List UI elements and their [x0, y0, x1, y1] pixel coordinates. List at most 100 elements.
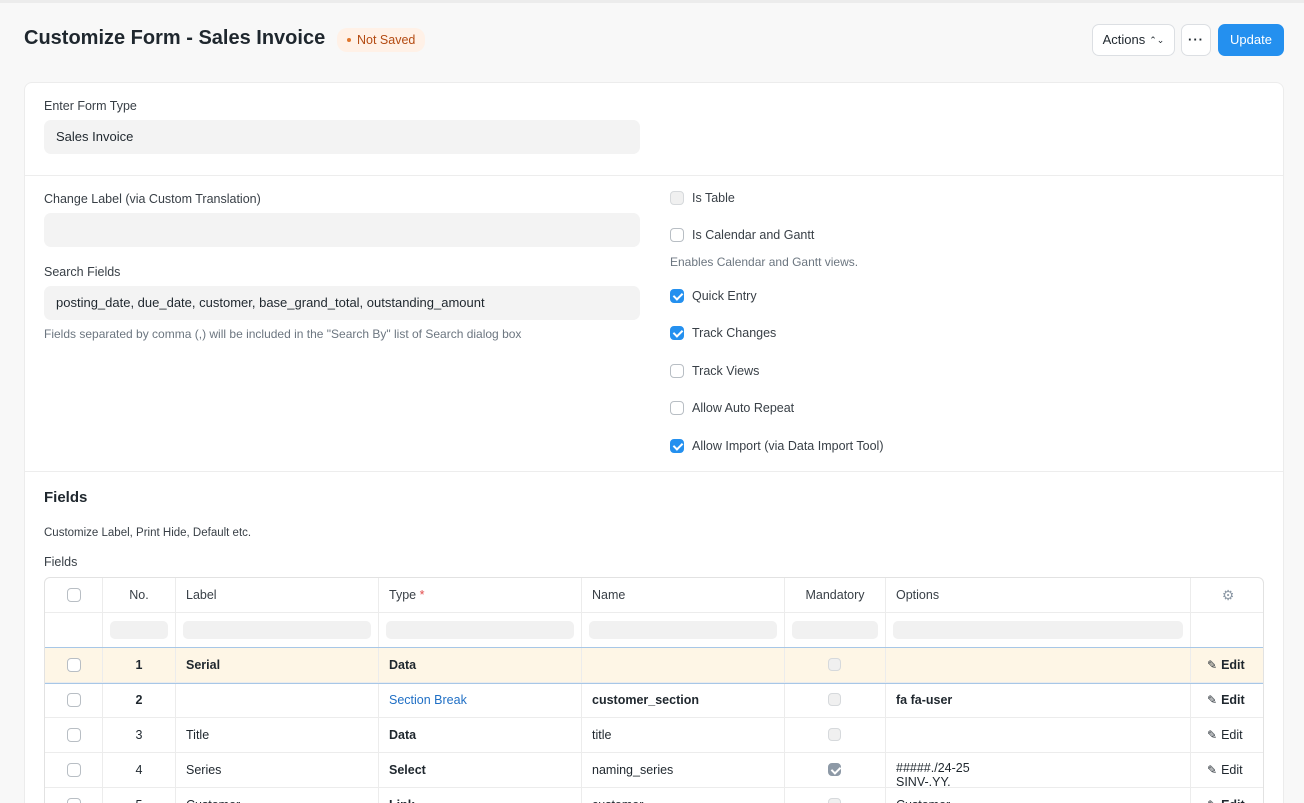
status-badge: Not Saved [337, 28, 426, 52]
edit-label: Edit [1221, 728, 1243, 742]
row-label[interactable] [176, 683, 379, 717]
status-dot-icon [347, 37, 351, 42]
row-options[interactable] [886, 718, 1191, 752]
row-mandatory-checkbox[interactable] [828, 693, 841, 706]
form-card: Enter Form Type Sales Invoice Change Lab… [24, 82, 1284, 803]
allow-import-label: Allow Import (via Data Import Tool) [692, 439, 884, 453]
row-type[interactable]: Section Break [379, 683, 582, 717]
grid-filter-row [45, 613, 1263, 648]
edit-button[interactable]: ✎Edit [1191, 683, 1263, 717]
row-mandatory-cell [785, 648, 886, 682]
row-mandatory-cell [785, 753, 886, 787]
is-calendar-gantt-checkbox[interactable] [670, 228, 684, 242]
actions-label: Actions [1102, 32, 1146, 47]
filter-no [103, 613, 176, 647]
edit-label: Edit [1221, 693, 1245, 707]
row-mandatory-cell [785, 683, 886, 717]
row-options[interactable] [886, 648, 1191, 682]
row-options[interactable]: #####./24-25 SINV-.YY. [886, 753, 1191, 787]
row-fieldname[interactable]: title [582, 718, 785, 752]
row-select-checkbox[interactable] [66, 763, 81, 777]
header-type: Type * [379, 578, 582, 612]
more-menu-button[interactable]: ··· [1181, 24, 1211, 56]
row-mandatory-checkbox[interactable] [828, 798, 841, 803]
row-fieldname[interactable]: customer_section [582, 683, 785, 717]
row-options[interactable]: Customer [886, 788, 1191, 803]
gear-icon[interactable]: ⚙ [1222, 587, 1235, 603]
row-fieldname[interactable]: customer [582, 788, 785, 803]
row-select-checkbox[interactable] [66, 798, 81, 803]
row-fieldname[interactable]: naming_series [582, 753, 785, 787]
row-select-checkbox[interactable] [66, 658, 81, 672]
filter-blank [45, 613, 103, 647]
filter-no-input[interactable] [110, 621, 168, 639]
fields-section-description: Customize Label, Print Hide, Default etc… [44, 527, 252, 539]
filter-name [582, 613, 785, 647]
table-row[interactable]: 3 Title Data title ✎ Edit [45, 718, 1263, 753]
row-type[interactable]: Data [379, 718, 582, 752]
filter-name-input[interactable] [589, 621, 777, 639]
row-type[interactable]: Data [379, 648, 582, 682]
edit-button[interactable]: ✎Edit [1191, 753, 1263, 787]
quick-entry-checkbox[interactable] [670, 289, 684, 303]
track-views-label: Track Views [692, 364, 760, 378]
page-header: Customize Form - Sales Invoice Not Saved… [24, 24, 1284, 58]
edit-button[interactable]: ✎Edit [1191, 648, 1263, 682]
filter-mandatory-input[interactable] [792, 621, 878, 639]
required-marker: * [419, 588, 425, 602]
change-label-input[interactable] [44, 213, 640, 247]
row-options[interactable]: fa fa-user [886, 683, 1191, 717]
filter-options [886, 613, 1191, 647]
fields-table-label: Fields [44, 555, 78, 569]
grid-header-row: No. Label Type * Name Mandatory Options … [45, 578, 1263, 613]
row-no: 3 [103, 718, 176, 752]
track-views-checkbox[interactable] [670, 364, 684, 378]
filter-mandatory [785, 613, 886, 647]
is-table-label: Is Table [692, 191, 735, 205]
edit-button[interactable]: ✎Edit [1191, 718, 1263, 752]
row-no: 5 [103, 788, 176, 803]
form-type-input[interactable]: Sales Invoice [44, 120, 640, 154]
row-label[interactable]: Customer [176, 788, 379, 803]
filter-options-input[interactable] [893, 621, 1183, 639]
allow-import-checkbox[interactable] [670, 439, 684, 453]
table-row[interactable]: 1 Serial Data ✎ Edit [45, 647, 1263, 684]
header-type-text: Type [389, 588, 417, 602]
row-mandatory-checkbox[interactable] [828, 763, 841, 776]
select-all-checkbox[interactable] [66, 588, 81, 602]
row-select-cell [45, 753, 103, 787]
pencil-icon: ✎ [1207, 693, 1218, 707]
search-fields-input[interactable]: posting_date, due_date, customer, base_g… [44, 286, 640, 320]
edit-button[interactable]: ✎Edit [1191, 788, 1263, 803]
table-row[interactable]: 5 Customer Link customer Customer ✎ Edit [45, 788, 1263, 803]
row-mandatory-checkbox[interactable] [828, 728, 841, 741]
row-label[interactable]: Title [176, 718, 379, 752]
ellipsis-icon: ··· [1188, 32, 1204, 47]
update-button[interactable]: Update [1218, 24, 1284, 56]
row-fieldname[interactable] [582, 648, 785, 682]
row-options-line2: SINV-.YY. [896, 775, 951, 787]
row-mandatory-cell [785, 718, 886, 752]
fields-section-title: Fields [44, 489, 88, 506]
settings-section: Change Label (via Custom Translation) Se… [25, 176, 1283, 472]
allow-auto-repeat-checkbox[interactable] [670, 401, 684, 415]
track-changes-label: Track Changes [692, 326, 777, 340]
track-changes-checkbox[interactable] [670, 326, 684, 340]
row-select-checkbox[interactable] [66, 728, 81, 742]
table-row[interactable]: 2 Section Break customer_section fa fa-u… [45, 683, 1263, 718]
filter-type [379, 613, 582, 647]
row-label[interactable]: Serial [176, 648, 379, 682]
search-fields-help: Fields separated by comma (,) will be in… [44, 327, 522, 341]
filter-label-input[interactable] [183, 621, 371, 639]
actions-button[interactable]: Actions ⌃⌄ [1092, 24, 1175, 56]
row-select-cell [45, 788, 103, 803]
row-type[interactable]: Link [379, 788, 582, 803]
pencil-icon: ✎ [1207, 788, 1217, 803]
row-type[interactable]: Select [379, 753, 582, 787]
row-select-checkbox[interactable] [66, 693, 81, 707]
row-label[interactable]: Series [176, 753, 379, 787]
header-options: Options [886, 578, 1191, 612]
filter-type-input[interactable] [386, 621, 574, 639]
table-row[interactable]: 4 Series Select naming_series #####./24-… [45, 753, 1263, 788]
row-mandatory-checkbox[interactable] [828, 658, 841, 671]
